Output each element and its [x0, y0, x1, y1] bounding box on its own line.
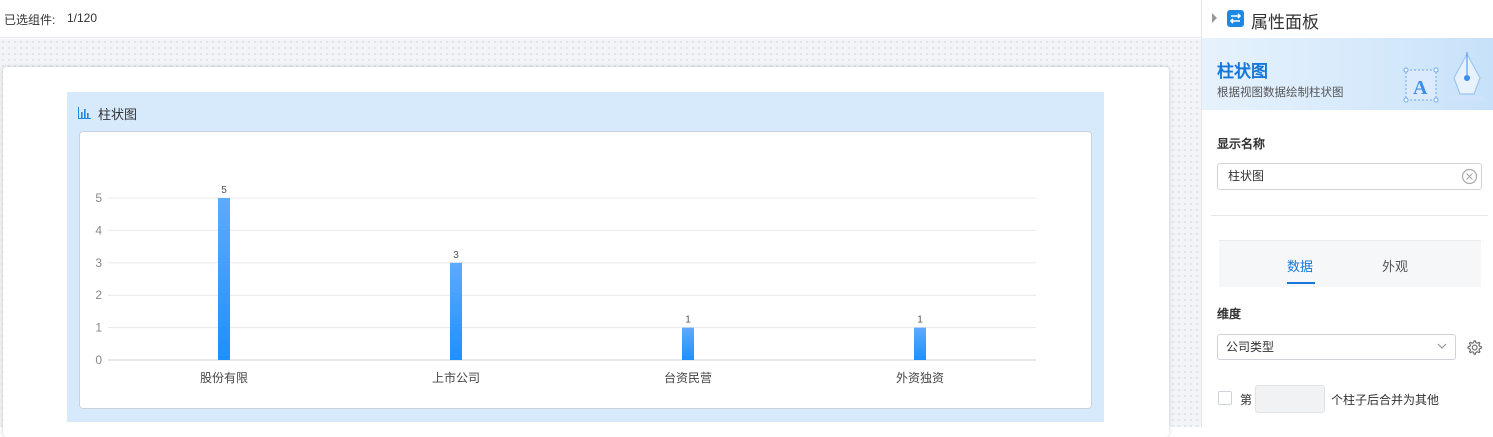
y-tick-label: 1: [95, 321, 102, 335]
x-tick-label: 上市公司: [432, 370, 480, 385]
merge-suffix-label: 个柱子后合并为其他: [1331, 393, 1440, 407]
data-label: 3: [453, 250, 459, 261]
data-label: 5: [221, 185, 227, 196]
y-tick-label: 5: [95, 191, 102, 205]
merge-count-input[interactable]: [1255, 385, 1325, 413]
y-tick-label: 2: [95, 288, 102, 302]
property-panel: 属性面板 柱状图 根据视图数据绘制柱状图 A 显示名称 柱状图 数据 外观 维度…: [1201, 0, 1493, 427]
gear-icon[interactable]: [1465, 339, 1483, 357]
banner-description: 根据视图数据绘制柱状图: [1217, 87, 1344, 99]
y-tick-label: 3: [95, 256, 102, 270]
y-tick-label: 4: [95, 223, 102, 237]
merge-others-checkbox[interactable]: [1218, 391, 1232, 405]
y-tick-label: 0: [95, 353, 102, 367]
bar-chart-icon: [78, 107, 91, 119]
panel-settings-icon: [1227, 10, 1244, 27]
chevron-down-icon: [1437, 343, 1447, 349]
bar: [682, 327, 694, 360]
collapse-arrow-icon[interactable]: [1212, 13, 1217, 23]
selected-components-count: 1/120: [67, 11, 98, 25]
bar: [914, 327, 926, 360]
panel-header: 属性面板: [1202, 0, 1493, 38]
svg-text:A: A: [1413, 77, 1428, 99]
bar-chart: 0 1 2 3 4 5 5 股份有限 3 上市公司 1 台资民营 1 外资独资: [95, 185, 1036, 385]
data-label: 1: [685, 315, 691, 326]
divider: [1211, 215, 1488, 216]
panel-title: 属性面板: [1251, 13, 1319, 32]
dimension-label: 维度: [1217, 307, 1242, 321]
tab-data[interactable]: 数据: [1287, 256, 1313, 275]
panel-tabs: 数据 外观: [1219, 240, 1481, 287]
workspace: 已选组件: 1/120 柱状图 0 1 2 3 4 5 5 股份有限 3 上市公司 1 台资民营 1 外资…: [0, 0, 1201, 437]
dimension-select[interactable]: 公司类型: [1217, 334, 1456, 360]
widget-title-text: 柱状图: [98, 106, 138, 122]
data-label: 1: [917, 315, 923, 326]
selection-bar: 已选组件: 1/120: [0, 0, 1201, 38]
bar: [450, 262, 462, 360]
tab-appearance[interactable]: 外观: [1382, 256, 1408, 275]
text-tool-illustration-icon: A: [1403, 52, 1484, 103]
display-name-input[interactable]: 柱状图: [1217, 163, 1482, 190]
bar: [218, 198, 230, 360]
x-tick-label: 外资独资: [896, 371, 944, 385]
active-tab-indicator: [1287, 282, 1315, 284]
merge-prefix-label: 第: [1240, 393, 1253, 407]
x-tick-label: 股份有限: [200, 371, 248, 385]
selected-components-label: 已选组件:: [4, 13, 56, 27]
widget-title: 柱状图: [78, 104, 137, 122]
clear-icon[interactable]: [1461, 168, 1478, 185]
display-name-label: 显示名称: [1217, 137, 1266, 151]
banner-title: 柱状图: [1217, 62, 1268, 81]
x-tick-label: 台资民营: [664, 370, 712, 385]
chart-container: 0 1 2 3 4 5 5 股份有限 3 上市公司 1 台资民营 1 外资独资: [79, 131, 1092, 409]
